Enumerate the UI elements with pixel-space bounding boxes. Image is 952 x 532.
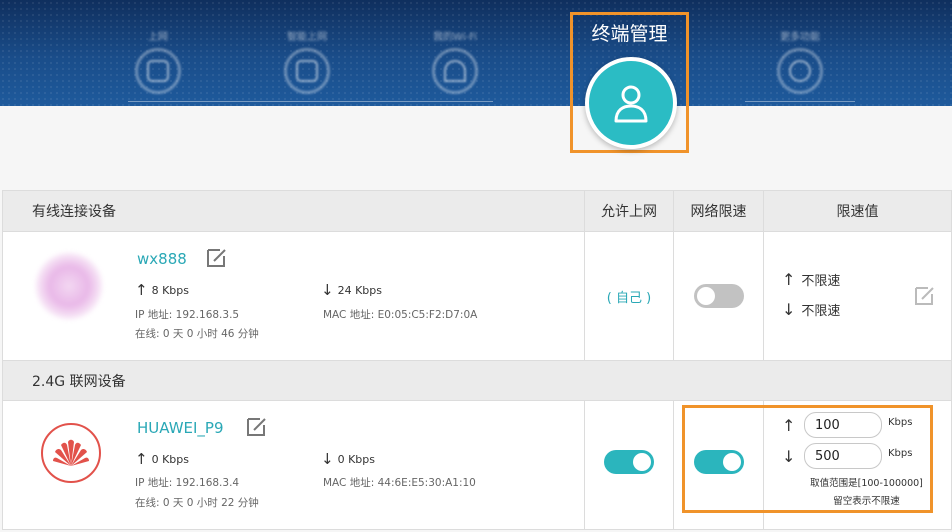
- globe-icon: [135, 48, 181, 94]
- active-tab-label: 终端管理: [591, 23, 668, 45]
- arrow-up-icon: ↑: [135, 450, 148, 468]
- highlight-annotation: [682, 405, 933, 513]
- nav-label: 更多功能: [780, 32, 820, 43]
- column-header-allow: 允许上网: [584, 191, 673, 231]
- column-header-limit: 网络限速: [673, 191, 763, 231]
- column-header-device: 有线连接设备: [32, 204, 116, 220]
- mac-address: MAC 地址: 44:6E:E5:30:A1:10: [323, 477, 476, 489]
- nav-label: 智能上网: [287, 32, 327, 43]
- nav-item-smart[interactable]: 智能上网: [252, 28, 362, 94]
- router-icon: [284, 48, 330, 94]
- ip-address: IP 地址: 192.168.3.4: [135, 477, 240, 489]
- upload-rate: ↑ 0 Kbps: [135, 450, 189, 468]
- column-header-value: 限速值: [763, 191, 951, 231]
- nav-item-device-management[interactable]: 终端管理: [570, 12, 689, 153]
- section-24g: 2.4G 联网设备: [3, 361, 951, 401]
- download-rate: ↓ 0 Kbps: [321, 450, 375, 468]
- upload-limit: ↑ 不限速: [782, 270, 841, 289]
- upload-rate: ↑ 8 Kbps: [135, 281, 189, 299]
- edit-limit-icon[interactable]: [913, 285, 935, 307]
- ip-address: IP 地址: 192.168.3.5: [135, 309, 240, 321]
- device-name: HUAWEI_P9: [137, 419, 224, 437]
- device-name: wx888: [137, 250, 187, 268]
- menu-icon: [777, 48, 823, 94]
- edit-icon[interactable]: [245, 416, 267, 438]
- arrow-down-icon: ↓: [321, 281, 334, 299]
- arrow-up-icon: ↑: [782, 270, 796, 289]
- nav-item-internet[interactable]: 上网: [103, 28, 213, 94]
- nav-item-wifi[interactable]: 我的Wi-Fi: [400, 28, 510, 94]
- nav-divider: [128, 101, 493, 102]
- nav-item-more[interactable]: 更多功能: [745, 28, 855, 94]
- device-avatar: [35, 252, 103, 320]
- download-rate: ↓ 24 Kbps: [321, 281, 382, 299]
- nav-divider: [745, 101, 855, 102]
- mac-address: MAC 地址: E0:05:C5:F2:D7:0A: [323, 309, 478, 321]
- huawei-logo-icon: [41, 423, 101, 483]
- allow-internet-toggle[interactable]: [604, 450, 654, 474]
- download-limit: ↓ 不限速: [782, 300, 841, 319]
- nav-label: 上网: [148, 32, 168, 43]
- edit-icon[interactable]: [205, 247, 227, 269]
- arrow-up-icon: ↑: [135, 281, 148, 299]
- table-header: 有线连接设备 允许上网 网络限速 限速值: [3, 191, 951, 232]
- user-icon: [585, 57, 677, 149]
- self-device-label: ( 自己 ): [606, 290, 652, 306]
- wifi-icon: [432, 48, 478, 94]
- arrow-down-icon: ↓: [321, 450, 334, 468]
- speed-limit-toggle[interactable]: [693, 284, 744, 308]
- table-row: wx888 ↑ 8 Kbps ↓ 24 Kbps IP 地址: 192.168.…: [3, 232, 951, 361]
- online-time: 在线: 0 天 0 小时 46 分钟: [135, 328, 259, 340]
- online-time: 在线: 0 天 0 小时 22 分钟: [135, 497, 259, 509]
- arrow-down-icon: ↓: [782, 300, 796, 319]
- top-navigation-bar: 上网 智能上网 我的Wi-Fi 更多功能: [0, 0, 952, 106]
- nav-label: 我的Wi-Fi: [433, 32, 477, 43]
